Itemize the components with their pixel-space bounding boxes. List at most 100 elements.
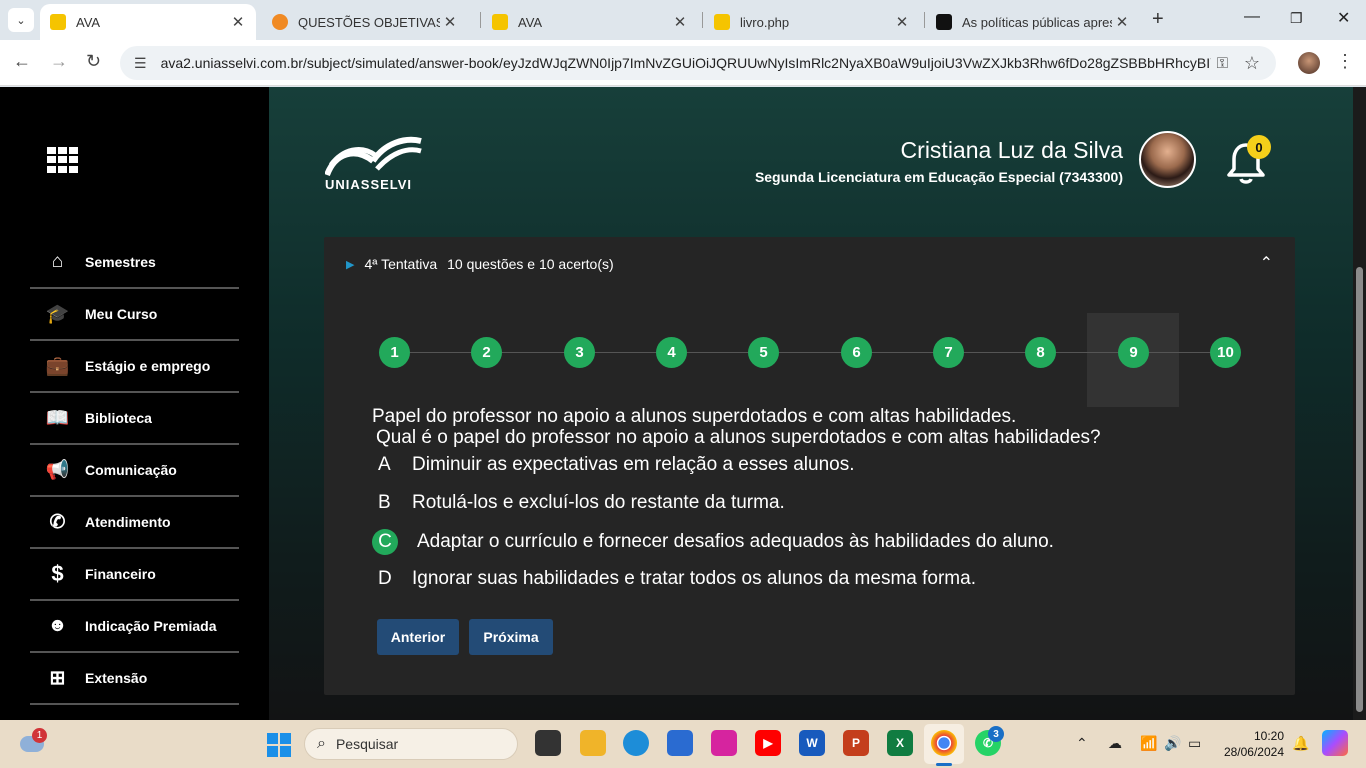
option-d[interactable]: D Ignorar suas habilidades e tratar todo…	[372, 568, 976, 590]
instagram-icon[interactable]	[711, 730, 737, 756]
step-3[interactable]: 3	[564, 337, 595, 368]
page-scrollbar[interactable]	[1353, 87, 1366, 720]
next-button[interactable]: Próxima	[469, 619, 553, 655]
sidebar-item-label: Comunicação	[85, 462, 177, 478]
taskbar-clock[interactable]: 10:20 28/06/2024	[1220, 728, 1284, 760]
book-icon: 📖	[45, 408, 70, 429]
copilot-icon[interactable]	[1322, 730, 1348, 756]
option-text: Rotulá-los e excluí-los do restante da t…	[412, 492, 785, 513]
tab-ava-active[interactable]: AVA ✕	[40, 4, 256, 40]
whatsapp-badge: 3	[988, 726, 1004, 742]
question-title: Papel do professor no apoio a alunos sup…	[372, 406, 1017, 427]
show-hidden-icons-chevron-icon[interactable]: ⌃	[1076, 735, 1088, 752]
youtube-icon[interactable]: ▶	[755, 730, 781, 756]
option-text: Adaptar o currículo e fornecer desafios …	[417, 531, 1054, 552]
user-avatar[interactable]	[1139, 131, 1196, 188]
battery-icon[interactable]: ▭	[1188, 735, 1201, 752]
selected-option-badge: C	[372, 529, 398, 555]
new-tab-button[interactable]: +	[1152, 8, 1164, 31]
option-b[interactable]: B Rotulá-los e excluí-los do restante da…	[372, 492, 785, 514]
attempt-header[interactable]: ▶ 4ª Tentativa 10 questões e 10 acerto(s…	[346, 256, 614, 272]
sidebar-item-label: Meu Curso	[85, 306, 158, 322]
sidebar-item-extensao[interactable]: ⊞ Extensão	[30, 653, 239, 705]
restore-icon[interactable]: ❐	[1290, 10, 1303, 27]
sidebar-item-semestres[interactable]: ⌂ Semestres	[30, 237, 239, 289]
sidebar-item-label: Atendimento	[85, 514, 171, 530]
politicas-favicon	[936, 14, 952, 30]
tab-questoes[interactable]: QUESTÕES OBJETIVAS DE SU ✕	[262, 4, 468, 40]
address-bar[interactable]: ☰ ava2.uniasselvi.com.br/subject/simulat…	[120, 46, 1276, 80]
file-explorer-icon[interactable]	[580, 730, 606, 756]
stepper-line	[394, 352, 1224, 353]
sidebar-item-meu-curso[interactable]: 🎓 Meu Curso	[30, 289, 239, 341]
option-c-selected[interactable]: C Adaptar o currículo e fornecer desafio…	[372, 529, 1054, 555]
notification-badge: 0	[1247, 135, 1271, 159]
close-tab-icon[interactable]: ✕	[1112, 13, 1132, 31]
powerpoint-icon[interactable]: P	[843, 730, 869, 756]
bookmark-star-icon[interactable]: ☆	[1244, 53, 1260, 74]
site-info-icon[interactable]: ☰	[134, 55, 147, 72]
sidebar-item-atendimento[interactable]: ✆ Atendimento	[30, 497, 239, 549]
uniasselvi-logo[interactable]: UNIASSELVI	[324, 135, 425, 195]
reload-icon[interactable]: ↻	[86, 51, 101, 72]
sidebar-item-comunicacao[interactable]: 📢 Comunicação	[30, 445, 239, 497]
edge-icon[interactable]	[623, 730, 649, 756]
wifi-icon[interactable]: 📶	[1140, 735, 1157, 752]
url-text[interactable]: ava2.uniasselvi.com.br/subject/simulated…	[161, 55, 1211, 71]
scrollbar-thumb[interactable]	[1356, 267, 1363, 712]
windows-start-icon[interactable]	[267, 733, 291, 757]
close-tab-icon[interactable]: ✕	[670, 13, 690, 31]
window-close-icon[interactable]: ✕	[1337, 8, 1350, 28]
volume-icon[interactable]: 🔊	[1164, 735, 1181, 752]
chevron-up-icon[interactable]: ⌃	[1260, 253, 1273, 273]
profile-avatar[interactable]	[1298, 52, 1320, 74]
sidebar-item-financeiro[interactable]: $ Financeiro	[30, 549, 239, 601]
tab-politicas[interactable]: As políticas públicas apresen ✕	[926, 4, 1140, 40]
chrome-icon[interactable]	[931, 730, 957, 756]
sidebar-item-label: Biblioteca	[85, 410, 152, 426]
step-5[interactable]: 5	[748, 337, 779, 368]
active-app-indicator	[936, 763, 952, 766]
task-view-icon[interactable]	[535, 730, 561, 756]
back-arrow-icon[interactable]: ←	[13, 51, 31, 72]
taskbar-search[interactable]: ⌕ Pesquisar	[304, 728, 518, 760]
sidebar-item-estagio[interactable]: 💼 Estágio e emprego	[30, 341, 239, 393]
sidebar-item-biblioteca[interactable]: 📖 Biblioteca	[30, 393, 239, 445]
sidebar-item-label: Extensão	[85, 670, 148, 686]
step-1[interactable]: 1	[379, 337, 410, 368]
option-a[interactable]: A Diminuir as expectativas em relação a …	[372, 454, 854, 476]
step-7[interactable]: 7	[933, 337, 964, 368]
close-tab-icon[interactable]: ✕	[892, 13, 912, 31]
word-icon[interactable]: W	[799, 730, 825, 756]
user-name: Cristiana Luz da Silva	[900, 137, 1123, 163]
close-tab-icon[interactable]: ✕	[228, 13, 248, 31]
sidebar-item-indicacao[interactable]: ☻ Indicação Premiada	[30, 601, 239, 653]
tab-search-button[interactable]: ⌄	[8, 8, 34, 32]
minimize-icon[interactable]: —	[1244, 8, 1260, 26]
step-9-current[interactable]: 9	[1118, 337, 1149, 368]
store-icon[interactable]	[667, 730, 693, 756]
close-tab-icon[interactable]: ✕	[440, 13, 460, 31]
previous-button[interactable]: Anterior	[377, 619, 459, 655]
step-4[interactable]: 4	[656, 337, 687, 368]
onedrive-cloud-icon[interactable]: ☁	[1108, 735, 1122, 752]
step-6[interactable]: 6	[841, 337, 872, 368]
clock-date: 28/06/2024	[1223, 745, 1284, 759]
browser-menu-icon[interactable]: ⋮	[1336, 51, 1354, 72]
forward-arrow-icon[interactable]: →	[50, 51, 68, 72]
tab-title: AVA	[76, 14, 101, 30]
step-2[interactable]: 2	[471, 337, 502, 368]
password-key-icon[interactable]: ⚿	[1217, 55, 1228, 72]
step-10[interactable]: 10	[1210, 337, 1241, 368]
sidebar-item-label: Estágio e emprego	[85, 358, 211, 374]
notification-bell-tray-icon[interactable]: 🔔	[1292, 735, 1309, 752]
weather-widget[interactable]: 1	[18, 728, 47, 754]
step-8[interactable]: 8	[1025, 337, 1056, 368]
attempt-label: 4ª Tentativa	[364, 256, 438, 272]
tab-ava-2[interactable]: AVA ✕	[482, 4, 698, 40]
tab-livro[interactable]: livro.php ✕	[704, 4, 920, 40]
search-icon: ⌕	[317, 735, 326, 752]
excel-icon[interactable]: X	[887, 730, 913, 756]
apps-grid-icon[interactable]	[47, 147, 78, 173]
course-name: Segunda Licenciatura em Educação Especia…	[754, 169, 1123, 185]
